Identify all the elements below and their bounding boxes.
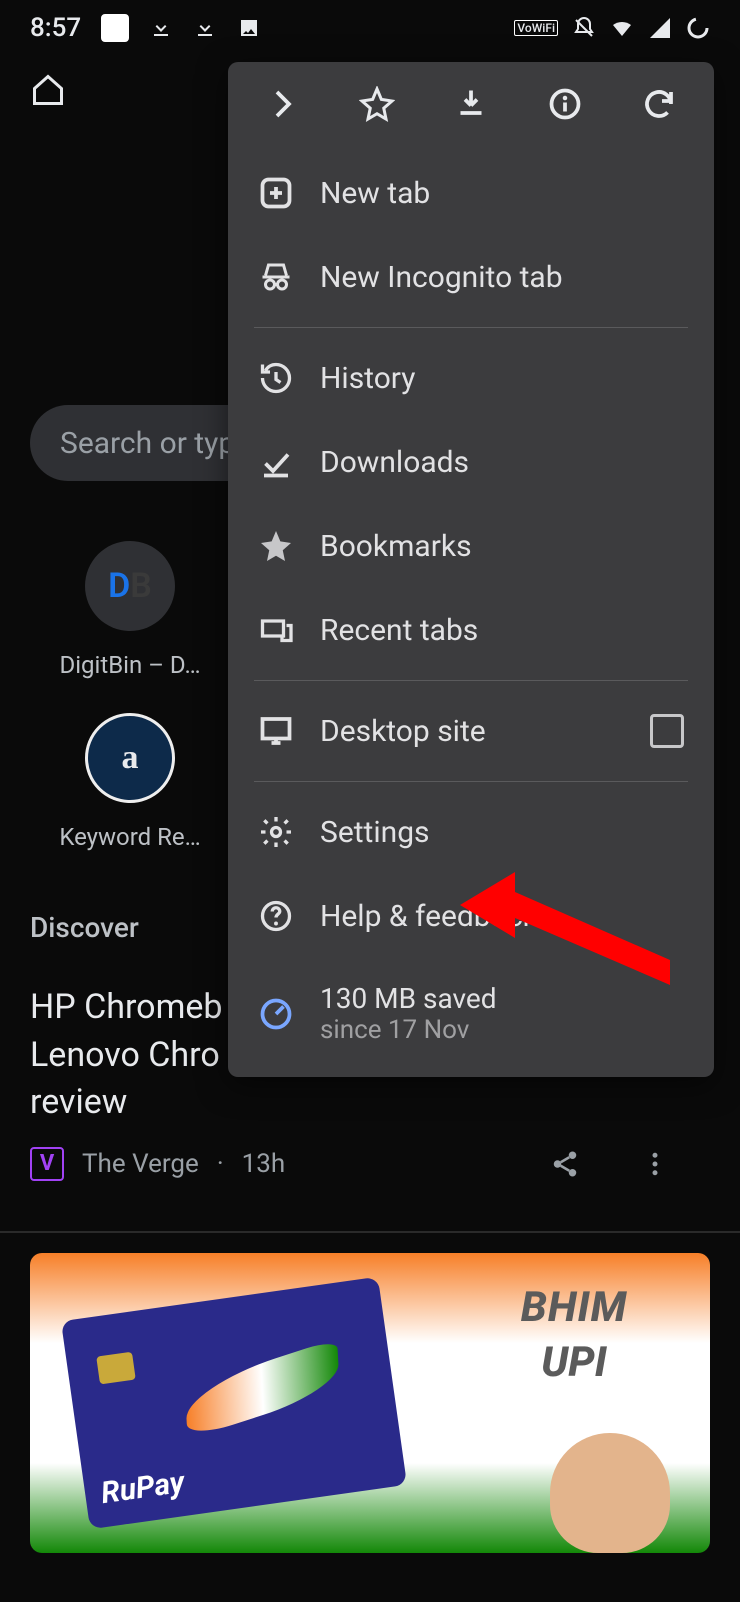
article-meta: V The Verge · 13h: [30, 1147, 710, 1181]
refresh-icon[interactable]: [641, 86, 677, 122]
incognito-icon: [258, 259, 294, 295]
menu-desktop-site[interactable]: Desktop site: [228, 689, 714, 773]
star-icon[interactable]: [359, 86, 395, 122]
menu-label: Help & feedback: [320, 899, 538, 934]
menu-label: New Incognito tab: [320, 260, 563, 295]
download-done-icon: [258, 444, 294, 480]
menu-label: Bookmarks: [320, 529, 472, 564]
more-icon[interactable]: [640, 1149, 670, 1179]
menu-help[interactable]: Help & feedback: [228, 874, 714, 958]
ad-card[interactable]: RuPay BHIM UPI: [30, 1253, 710, 1553]
upi-text: UPI: [541, 1338, 606, 1387]
article-age: 13h: [242, 1149, 286, 1179]
gauge-icon: [258, 996, 294, 1032]
divider: [254, 781, 688, 782]
checkbox[interactable]: [650, 714, 684, 748]
star-filled-icon: [258, 528, 294, 564]
plus-box-icon: [258, 175, 294, 211]
image-icon: [237, 16, 261, 40]
loading-icon: [686, 16, 710, 40]
divider: [254, 327, 688, 328]
home-icon[interactable]: [30, 72, 66, 108]
shortcut-keyword[interactable]: a Keyword Re…: [50, 713, 210, 851]
devices-icon: [258, 612, 294, 648]
gear-icon: [258, 814, 294, 850]
share-icon[interactable]: [550, 1149, 580, 1179]
face-graphic: [550, 1433, 670, 1553]
shortcut-icon: a: [85, 713, 175, 803]
source-badge: V: [30, 1147, 64, 1181]
data-saved-since: since 17 Nov: [320, 1015, 497, 1045]
forward-icon[interactable]: [265, 86, 301, 122]
menu-data-saved[interactable]: 130 MB saved since 17 Nov: [228, 958, 714, 1069]
download-icon: [193, 16, 217, 40]
menu-new-tab[interactable]: New tab: [228, 151, 714, 235]
wifi-icon: [610, 16, 634, 40]
shortcut-label: Keyword Re…: [50, 823, 210, 851]
menu-label: New tab: [320, 176, 430, 211]
menu-bookmarks[interactable]: Bookmarks: [228, 504, 714, 588]
status-time: 8:57: [30, 13, 81, 43]
menu-history[interactable]: History: [228, 336, 714, 420]
vowifi-icon: VoWiFi: [514, 20, 558, 36]
menu-label: History: [320, 361, 415, 396]
download-icon: [149, 16, 173, 40]
data-saved-amount: 130 MB saved: [320, 982, 497, 1015]
divider: [254, 680, 688, 681]
menu-label: Desktop site: [320, 714, 486, 749]
desktop-icon: [258, 713, 294, 749]
rupay-card: RuPay: [61, 1277, 407, 1529]
status-bar: 8:57 VoWiFi: [0, 0, 740, 55]
bhim-text: BHIM: [521, 1283, 628, 1332]
download-icon[interactable]: [453, 86, 489, 122]
shortcut-label: DigitBin – D…: [50, 651, 210, 679]
menu-label: Downloads: [320, 445, 469, 480]
menu-downloads[interactable]: Downloads: [228, 420, 714, 504]
mute-icon: [572, 16, 596, 40]
shortcut-digitbin[interactable]: DB DigitBin – D…: [50, 541, 210, 679]
divider: [0, 1231, 740, 1233]
menu-incognito[interactable]: New Incognito tab: [228, 235, 714, 319]
menu-label: Settings: [320, 815, 430, 850]
help-icon: [258, 898, 294, 934]
article-source: The Verge: [82, 1149, 199, 1179]
menu-toolbar: [228, 62, 714, 147]
history-icon: [258, 360, 294, 396]
menu-label: Recent tabs: [320, 613, 478, 648]
info-icon[interactable]: [547, 86, 583, 122]
app-icon: [101, 14, 129, 42]
signal-icon: [648, 16, 672, 40]
search-placeholder: Search or typ: [60, 426, 235, 461]
menu-recent-tabs[interactable]: Recent tabs: [228, 588, 714, 672]
menu-settings[interactable]: Settings: [228, 790, 714, 874]
shortcut-icon: DB: [85, 541, 175, 631]
overflow-menu: New tab New Incognito tab History Downlo…: [228, 62, 714, 1077]
